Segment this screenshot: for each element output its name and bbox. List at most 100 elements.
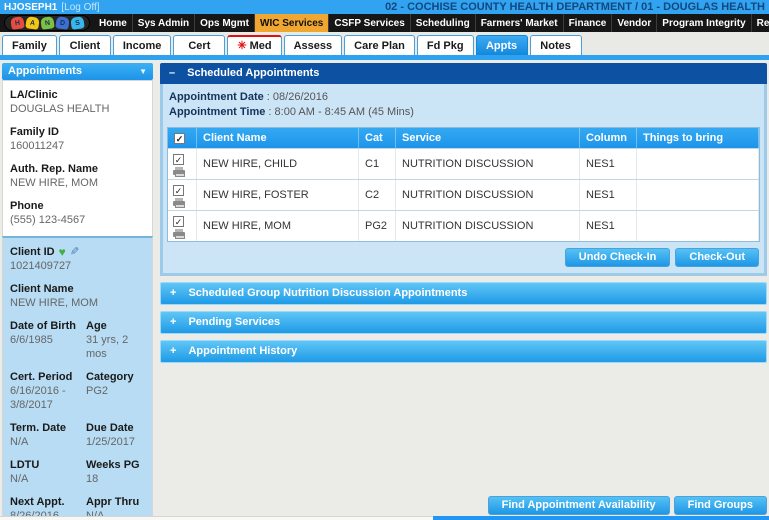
field-value: DOUGLAS HEALTH bbox=[10, 102, 145, 116]
tab-fd-pkg[interactable]: Fd Pkg bbox=[417, 35, 474, 55]
select-all-checkbox[interactable]: ✓ bbox=[174, 133, 185, 144]
tab-cert-label: Cert bbox=[188, 40, 210, 52]
find-appointment-availability-button[interactable]: Find Appointment Availability bbox=[488, 496, 670, 515]
collapse-icon[interactable]: – bbox=[169, 67, 175, 79]
cell-service: NUTRITION DISCUSSION bbox=[396, 180, 580, 210]
menu-item-sys-admin[interactable]: Sys Admin bbox=[133, 14, 195, 32]
table-row: ✓ NEW HIRE, MOM PG2 NUTRITION DISCUSSION… bbox=[168, 210, 759, 241]
field-pair-dob-age: Date of Birth6/6/1985 Age31 yrs, 2 mos bbox=[10, 319, 145, 361]
tab-care-plan[interactable]: Care Plan bbox=[344, 35, 415, 55]
menu-item-scheduling[interactable]: Scheduling bbox=[411, 14, 476, 32]
menu-item-program-integrity[interactable]: Program Integrity bbox=[657, 14, 751, 32]
panel-appointment-history[interactable]: + Appointment History bbox=[160, 340, 767, 363]
tab-income-label: Income bbox=[123, 40, 162, 52]
tab-cert[interactable]: Cert bbox=[173, 35, 225, 55]
menu-items: Home Sys Admin Ops Mgmt WIC Services CSF… bbox=[94, 14, 769, 32]
chevron-down-icon[interactable]: ▼ bbox=[139, 67, 147, 76]
field-label: Term. Date bbox=[10, 421, 82, 435]
tab-income[interactable]: Income bbox=[113, 35, 172, 55]
tab-notes[interactable]: Notes bbox=[530, 35, 582, 55]
row-checkbox[interactable]: ✓ bbox=[173, 185, 184, 196]
field-la-clinic: LA/Clinic DOUGLAS HEALTH bbox=[10, 88, 145, 116]
appointment-time-value: 8:00 AM - 8:45 AM (45 Mins) bbox=[275, 106, 414, 118]
user-session: HJOSEPH1[Log Off] bbox=[4, 1, 100, 13]
logo-hand-a: A bbox=[25, 16, 40, 30]
cell-things-to-bring bbox=[637, 211, 759, 241]
field-client-id: Client ID ♥ ✎ 1021409727 bbox=[10, 245, 145, 273]
sidebar-title: Appointments bbox=[8, 65, 82, 77]
cell-cat: PG2 bbox=[359, 211, 396, 241]
printer-icon[interactable] bbox=[173, 232, 185, 237]
printer-icon[interactable] bbox=[173, 201, 185, 206]
field-value: 6/16/2016 - 3/8/2017 bbox=[10, 384, 82, 412]
expand-icon[interactable]: + bbox=[170, 316, 176, 328]
row-checkbox[interactable]: ✓ bbox=[173, 154, 184, 165]
menu-item-home[interactable]: Home bbox=[94, 14, 133, 32]
row-checkbox[interactable]: ✓ bbox=[173, 216, 184, 227]
undo-check-in-button[interactable]: Undo Check-In bbox=[565, 248, 671, 267]
menu-item-farmers-market[interactable]: Farmers' Market bbox=[476, 14, 564, 32]
field-value: 160011247 bbox=[10, 139, 145, 153]
expand-icon[interactable]: + bbox=[170, 345, 176, 357]
cell-service: NUTRITION DISCUSSION bbox=[396, 211, 580, 241]
table-row: ✓ NEW HIRE, FOSTER C2 NUTRITION DISCUSSI… bbox=[168, 179, 759, 210]
field-pair-ldtu-weeks: LDTUN/A Weeks PG18 bbox=[10, 458, 145, 486]
field-label: Weeks PG bbox=[86, 458, 145, 472]
field-label: Date of Birth bbox=[10, 319, 82, 333]
main-panel-area: – Scheduled Appointments Appointment Dat… bbox=[160, 63, 767, 520]
panel-pending-services[interactable]: + Pending Services bbox=[160, 311, 767, 334]
field-auth-rep-name: Auth. Rep. Name NEW HIRE, MOM bbox=[10, 162, 145, 190]
cell-service: NUTRITION DISCUSSION bbox=[396, 149, 580, 179]
menu-item-reports[interactable]: Reports bbox=[752, 14, 769, 32]
field-value: 31 yrs, 2 mos bbox=[86, 333, 145, 361]
field-label: Cert. Period bbox=[10, 370, 82, 384]
field-value: N/A bbox=[10, 472, 82, 486]
tab-assess[interactable]: Assess bbox=[284, 35, 343, 55]
table-header-row: ✓ Client Name Cat Service Column Things … bbox=[168, 128, 759, 148]
check-out-button[interactable]: Check-Out bbox=[675, 248, 759, 267]
tab-appts-label: Appts bbox=[486, 40, 517, 52]
field-label: Next Appt. bbox=[10, 495, 82, 509]
column-header-client-name: Client Name bbox=[197, 128, 359, 148]
expand-icon[interactable]: + bbox=[170, 287, 176, 299]
tab-family[interactable]: Family bbox=[2, 35, 57, 55]
tab-client[interactable]: Client bbox=[59, 35, 111, 55]
scheduled-appointments-header[interactable]: – Scheduled Appointments bbox=[160, 63, 767, 84]
tab-med[interactable]: ✳Med bbox=[227, 35, 281, 55]
appointment-date-value: 08/26/2016 bbox=[273, 91, 328, 103]
field-value: 1021409727 bbox=[10, 259, 145, 273]
panel-action-buttons: Undo Check-In Check-Out bbox=[163, 242, 764, 272]
field-label: Appr Thru bbox=[86, 495, 145, 509]
menu-item-finance[interactable]: Finance bbox=[564, 14, 613, 32]
edit-pencil-icon[interactable]: ✎ bbox=[70, 247, 79, 258]
main-menu-bar: H A N D S Home Sys Admin Ops Mgmt WIC Se… bbox=[0, 14, 769, 32]
field-label: Age bbox=[86, 319, 145, 333]
tab-appts[interactable]: Appts bbox=[476, 35, 528, 55]
field-value: N/A bbox=[10, 435, 82, 449]
panel-title: Scheduled Appointments bbox=[187, 67, 319, 79]
panel-title: Scheduled Group Nutrition Discussion App… bbox=[188, 287, 467, 299]
cell-things-to-bring bbox=[637, 149, 759, 179]
field-value: 6/6/1985 bbox=[10, 333, 82, 347]
find-groups-button[interactable]: Find Groups bbox=[674, 496, 767, 515]
field-label: Due Date bbox=[86, 421, 145, 435]
tab-fd-pkg-label: Fd Pkg bbox=[427, 40, 464, 52]
menu-item-csfp-services[interactable]: CSFP Services bbox=[329, 14, 410, 32]
cell-column: NES1 bbox=[580, 149, 637, 179]
menu-item-wic-services[interactable]: WIC Services bbox=[255, 14, 329, 32]
field-value: 1/25/2017 bbox=[86, 435, 145, 449]
panel-scheduled-group-nutrition-appointments[interactable]: + Scheduled Group Nutrition Discussion A… bbox=[160, 282, 767, 305]
menu-item-vendor[interactable]: Vendor bbox=[612, 14, 657, 32]
printer-icon[interactable] bbox=[173, 170, 185, 175]
field-client-name: Client Name NEW HIRE, MOM bbox=[10, 282, 145, 310]
log-off-link[interactable]: [Log Off] bbox=[61, 2, 99, 13]
field-label: Family ID bbox=[10, 125, 145, 139]
client-status-heart-icon: ♥ bbox=[59, 246, 66, 258]
sidebar-header-appointments[interactable]: Appointments ▼ bbox=[2, 63, 153, 80]
cell-column: NES1 bbox=[580, 211, 637, 241]
bottom-accent-strip bbox=[433, 516, 769, 520]
field-label: LA/Clinic bbox=[10, 88, 145, 102]
tab-client-label: Client bbox=[70, 40, 101, 52]
app-window: HJOSEPH1[Log Off] 02 - COCHISE COUNTY HE… bbox=[0, 0, 769, 520]
menu-item-ops-mgmt[interactable]: Ops Mgmt bbox=[195, 14, 255, 32]
